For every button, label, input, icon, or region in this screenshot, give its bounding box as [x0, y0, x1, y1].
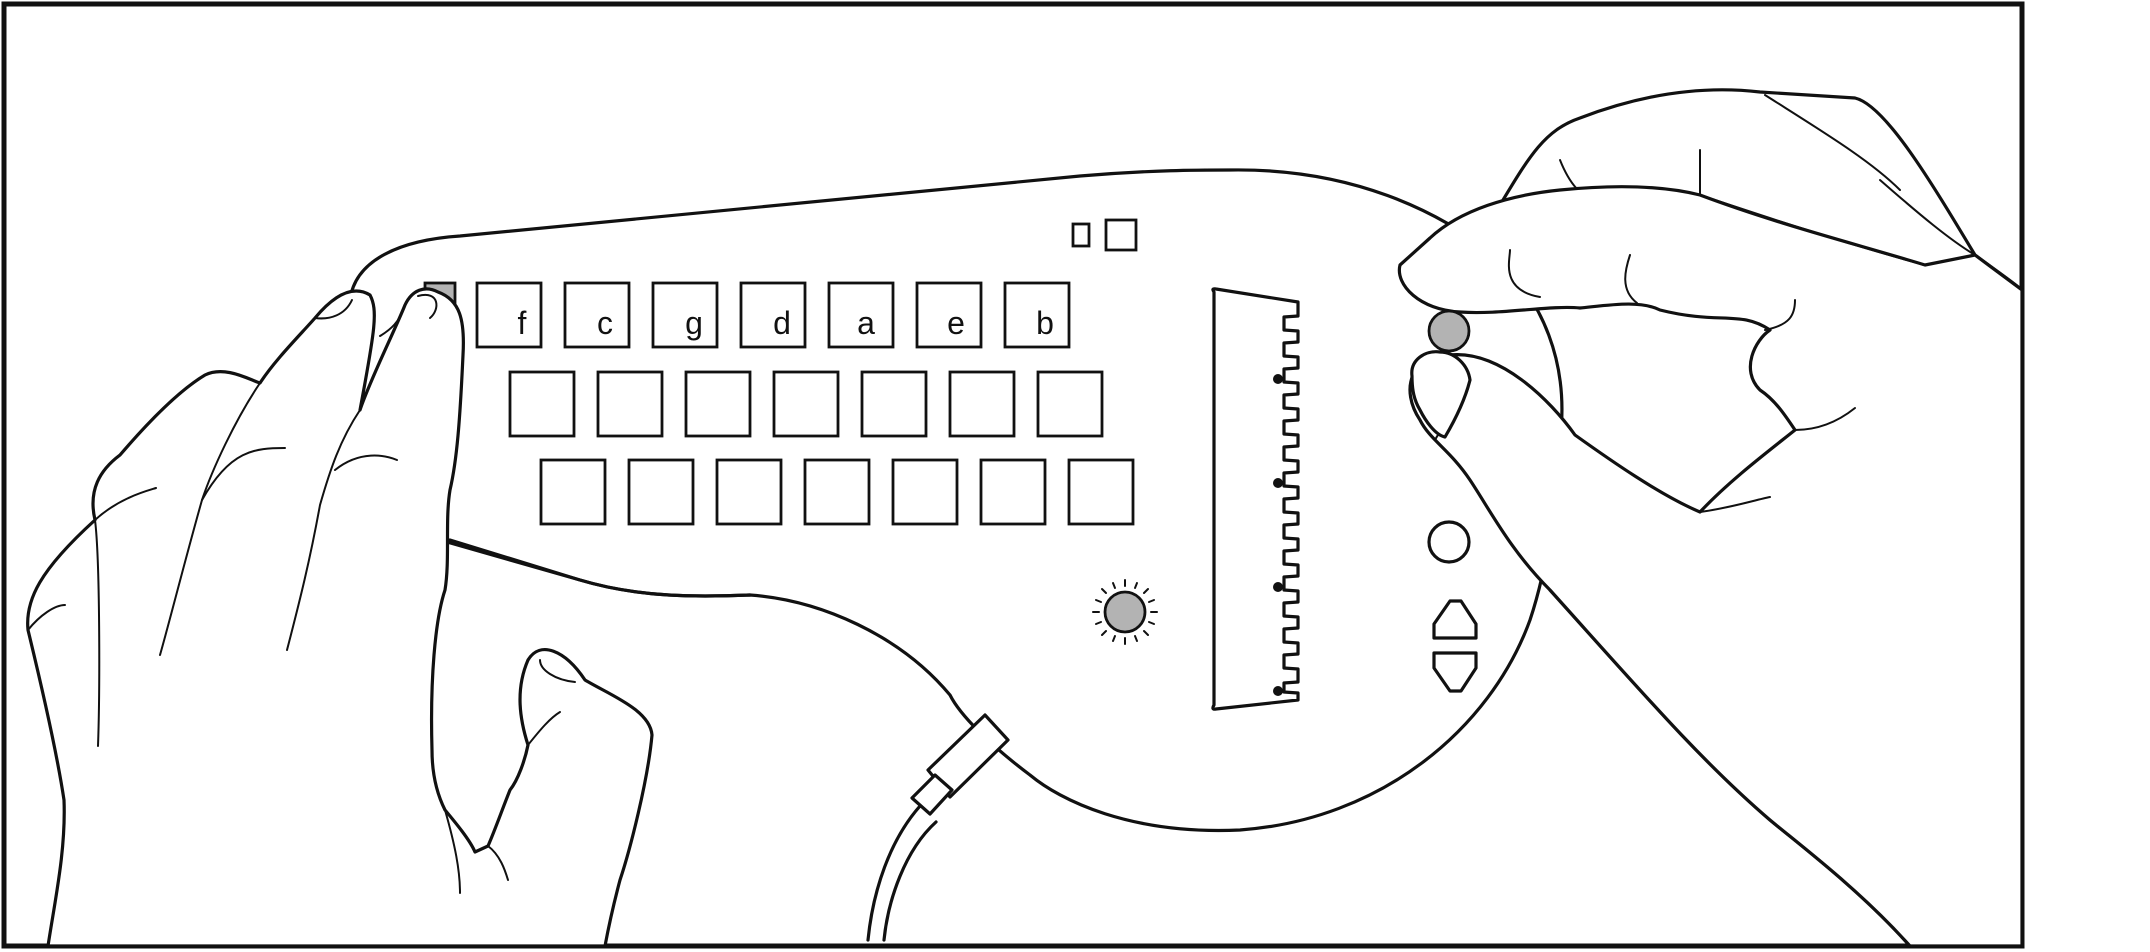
- key-row3-7[interactable]: [1067, 458, 1135, 526]
- key-a[interactable]: a: [827, 281, 895, 349]
- indicator-small: [1071, 222, 1091, 248]
- key-row3-5[interactable]: [891, 458, 959, 526]
- tuning-strip[interactable]: [1211, 287, 1300, 711]
- strip-marker-2: [1273, 478, 1283, 488]
- key-label-b: b: [1036, 305, 1054, 341]
- strip-marker-4: [1273, 686, 1283, 696]
- key-f[interactable]: f: [475, 281, 543, 349]
- indicator-square: [1104, 218, 1138, 252]
- key-row2-3[interactable]: [684, 370, 752, 438]
- key-row3-4[interactable]: [803, 458, 871, 526]
- cable: [866, 713, 1010, 942]
- key-row3-6[interactable]: [979, 458, 1047, 526]
- key-e[interactable]: e: [915, 281, 983, 349]
- key-row3-1[interactable]: [539, 458, 607, 526]
- key-label-g: g: [685, 305, 703, 341]
- key-row2-6[interactable]: [948, 370, 1016, 438]
- key-row-2: [508, 370, 1104, 438]
- key-row2-7[interactable]: [1036, 370, 1104, 438]
- key-label-f: f: [518, 305, 527, 341]
- key-label-c: c: [597, 305, 613, 341]
- labeled-key-row: f c g d a e b: [475, 281, 1071, 349]
- key-row2-1[interactable]: [508, 370, 576, 438]
- key-row2-2[interactable]: [596, 370, 664, 438]
- key-b[interactable]: b: [1003, 281, 1071, 349]
- key-label-e: e: [947, 305, 965, 341]
- strip-marker-3: [1273, 582, 1283, 592]
- key-g[interactable]: g: [651, 281, 719, 349]
- key-row2-5[interactable]: [860, 370, 928, 438]
- key-row2-4[interactable]: [772, 370, 840, 438]
- strip-marker-1: [1273, 374, 1283, 384]
- key-row-3: [539, 458, 1135, 526]
- key-row3-2[interactable]: [627, 458, 695, 526]
- key-row3-3[interactable]: [715, 458, 783, 526]
- gray-round-button[interactable]: [1427, 309, 1471, 353]
- key-d[interactable]: d: [739, 281, 807, 349]
- key-label-a: a: [857, 305, 875, 341]
- device-illustration: f c g d a e b: [1, 1, 2025, 949]
- key-label-d: d: [773, 305, 791, 341]
- round-button[interactable]: [1427, 520, 1471, 564]
- key-c[interactable]: c: [563, 281, 631, 349]
